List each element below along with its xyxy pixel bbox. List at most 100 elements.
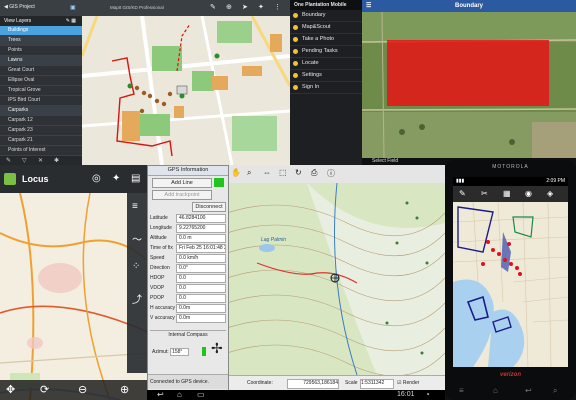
phone-edit-icon[interactable]: ✎ [459,189,466,198]
add-trackpoint-button[interactable]: Add trackpoint [152,190,212,200]
layer-list: Buildings Trees Points Lawns Great Court Elli… [0,26,82,156]
scale-label: Scale [345,380,358,386]
gps-field-value[interactable]: 9.22765200 [176,224,226,233]
tablet-recent-icon[interactable]: ▭ [197,390,205,399]
save-icon[interactable]: ▣ [70,4,76,11]
gps-field-label: PDOP [150,295,165,301]
draw-icon[interactable]: ✎ [6,157,11,164]
farm-menu-item[interactable]: Locate [290,58,362,70]
farm-menu-item[interactable]: Pending Tasks [290,46,362,58]
move-icon[interactable]: ✥ [6,383,15,396]
render-label: Render [402,380,420,386]
phone-menu-key-icon[interactable]: ≡ [459,386,464,395]
gps-field-value[interactable]: 0.0m [176,314,226,323]
menu-icon[interactable]: ⋮ [274,3,281,11]
campus-map-canvas[interactable] [80,15,290,165]
tools-icon[interactable]: ✦ [258,3,264,11]
list-icon[interactable]: ≡ [132,201,138,212]
zoom-tool-icon[interactable]: ⌕ [247,168,251,178]
phone-home-key-icon[interactable]: ⌂ [493,386,498,395]
layer-item[interactable]: Carparks [0,106,82,116]
campus-map[interactable] [80,15,290,165]
disconnect-button[interactable]: Disconnect [192,202,226,212]
tablet-home-icon[interactable]: ⌂ [177,390,182,399]
gps-field-value[interactable]: 0.0 [176,274,226,283]
measure-icon[interactable]: ⇔ [263,168,271,177]
render-checkbox[interactable]: ☑ Render [397,380,419,386]
farm-menu-item[interactable]: Take a Photo [290,34,362,46]
navigate-icon[interactable]: ➤ [242,3,248,11]
tablet-back-icon[interactable]: ↩ [157,390,164,399]
info-icon[interactable]: ⓘ [327,168,335,179]
route-icon[interactable]: ⤴ [132,291,142,306]
map-icon[interactable]: ▤ [131,173,140,184]
farm-menu-item[interactable]: Settings [290,70,362,82]
field-boundary[interactable] [387,40,549,106]
layer-item[interactable]: IPS Bird Court [0,96,82,106]
gps-field-value[interactable]: 0.0 km/h [176,254,226,263]
phone-screen: 2:09 PM ▮▮▮ ✎ ✂ ▦ ◉ ◈ [453,177,568,367]
gps-field-value[interactable]: 0.0 [176,284,226,293]
phone-map[interactable] [453,202,568,367]
layer-item[interactable]: Trees [0,36,82,46]
track-icon[interactable]: 〜 [132,231,142,246]
layer-tools-icon[interactable]: ✎ ▦ [66,16,76,26]
compass-icon[interactable]: ✦ [112,173,120,184]
topo-map[interactable] [227,183,445,375]
print-icon[interactable]: ⎙ [311,168,317,178]
select-icon[interactable]: ⬚ [279,168,287,177]
phone-target-icon[interactable]: ◈ [547,189,553,198]
topo-toolbar: ✋ ⌕ ⇔ ⬚ ↻ ⎙ ⓘ [227,165,445,184]
points-icon[interactable]: ⁘ [132,261,140,272]
gps-field-value[interactable]: 46.8284100 [176,214,226,223]
coordinate-label: Coordinate: [247,380,273,386]
scale-field[interactable]: 1:5311342 [360,379,394,389]
menu-item-icon [293,73,298,78]
gps-field-value[interactable]: 0.0m [176,304,226,313]
select-field-button[interactable]: Select Field [372,158,398,164]
gps-field-value[interactable]: Fri Feb 25 16:01:48 2012 [176,244,226,253]
layer-item[interactable]: Tropical Grove [0,86,82,96]
zoom-out-icon[interactable]: ⊖ [78,383,87,396]
layer-item[interactable]: Points [0,46,82,56]
layer-item[interactable]: Points of Interest [0,146,82,156]
gps-field-label: Altitude [150,235,167,241]
layer-item[interactable]: Ellipse Oval [0,76,82,86]
trash-icon[interactable]: ✕ [38,157,43,164]
refresh-icon[interactable]: ↻ [295,168,302,177]
gps-field-value[interactable]: 0.0° [176,264,226,273]
hamburger-icon[interactable]: ☰ [366,0,371,12]
settings-icon[interactable]: ✱ [54,157,59,164]
lock-icon[interactable]: ⟳ [40,383,49,396]
farm-menu-list: Boundary Map&Scout Take a Photo Pending Tas… [290,10,362,94]
menu-item-icon [293,13,298,18]
layer-item[interactable]: Carpark 21 [0,136,82,146]
gps-field-value[interactable]: 0.0 m [176,234,226,243]
gps-field-value[interactable]: 0.0 [176,294,226,303]
gps-field-label: Time of fix [150,245,173,251]
phone-tools-icon[interactable]: ✂ [481,189,488,198]
farm-menu-item[interactable]: Map&Scout [290,22,362,34]
layers-icon[interactable]: ◎ [92,173,101,184]
phone-layers-icon[interactable]: ▦ [503,189,511,198]
layer-item[interactable]: Buildings [0,26,82,36]
edit-icon[interactable]: ✎ [210,3,216,11]
layer-item[interactable]: Lawns [0,56,82,66]
farm-menu-item[interactable]: Sign In [290,82,362,94]
phone-globe-icon[interactable]: ◉ [525,189,532,198]
zoom-in-icon[interactable]: ⊕ [120,383,129,396]
layer-item[interactable]: Carpark 12 [0,116,82,126]
layer-item[interactable]: Great Court [0,66,82,76]
farm-menu-label: Pending Tasks [302,48,338,54]
farm-menu-item[interactable]: Boundary [290,10,362,22]
layer-label: Ellipse Oval [8,77,35,83]
add-line-button[interactable]: Add Line [152,178,212,188]
layer-item[interactable]: Carpark 23 [0,126,82,136]
phone-search-key-icon[interactable]: ⌕ [553,386,557,396]
phone-back-key-icon[interactable]: ↩ [525,386,532,395]
pan-icon[interactable]: ✋ [231,168,241,177]
filter-icon[interactable]: ▽ [22,157,27,164]
gps-field-row: HDOP 0.0 [150,274,226,283]
back-button[interactable]: ◀ GIS Project [4,4,35,10]
gps-icon[interactable]: ⊕ [226,3,232,11]
